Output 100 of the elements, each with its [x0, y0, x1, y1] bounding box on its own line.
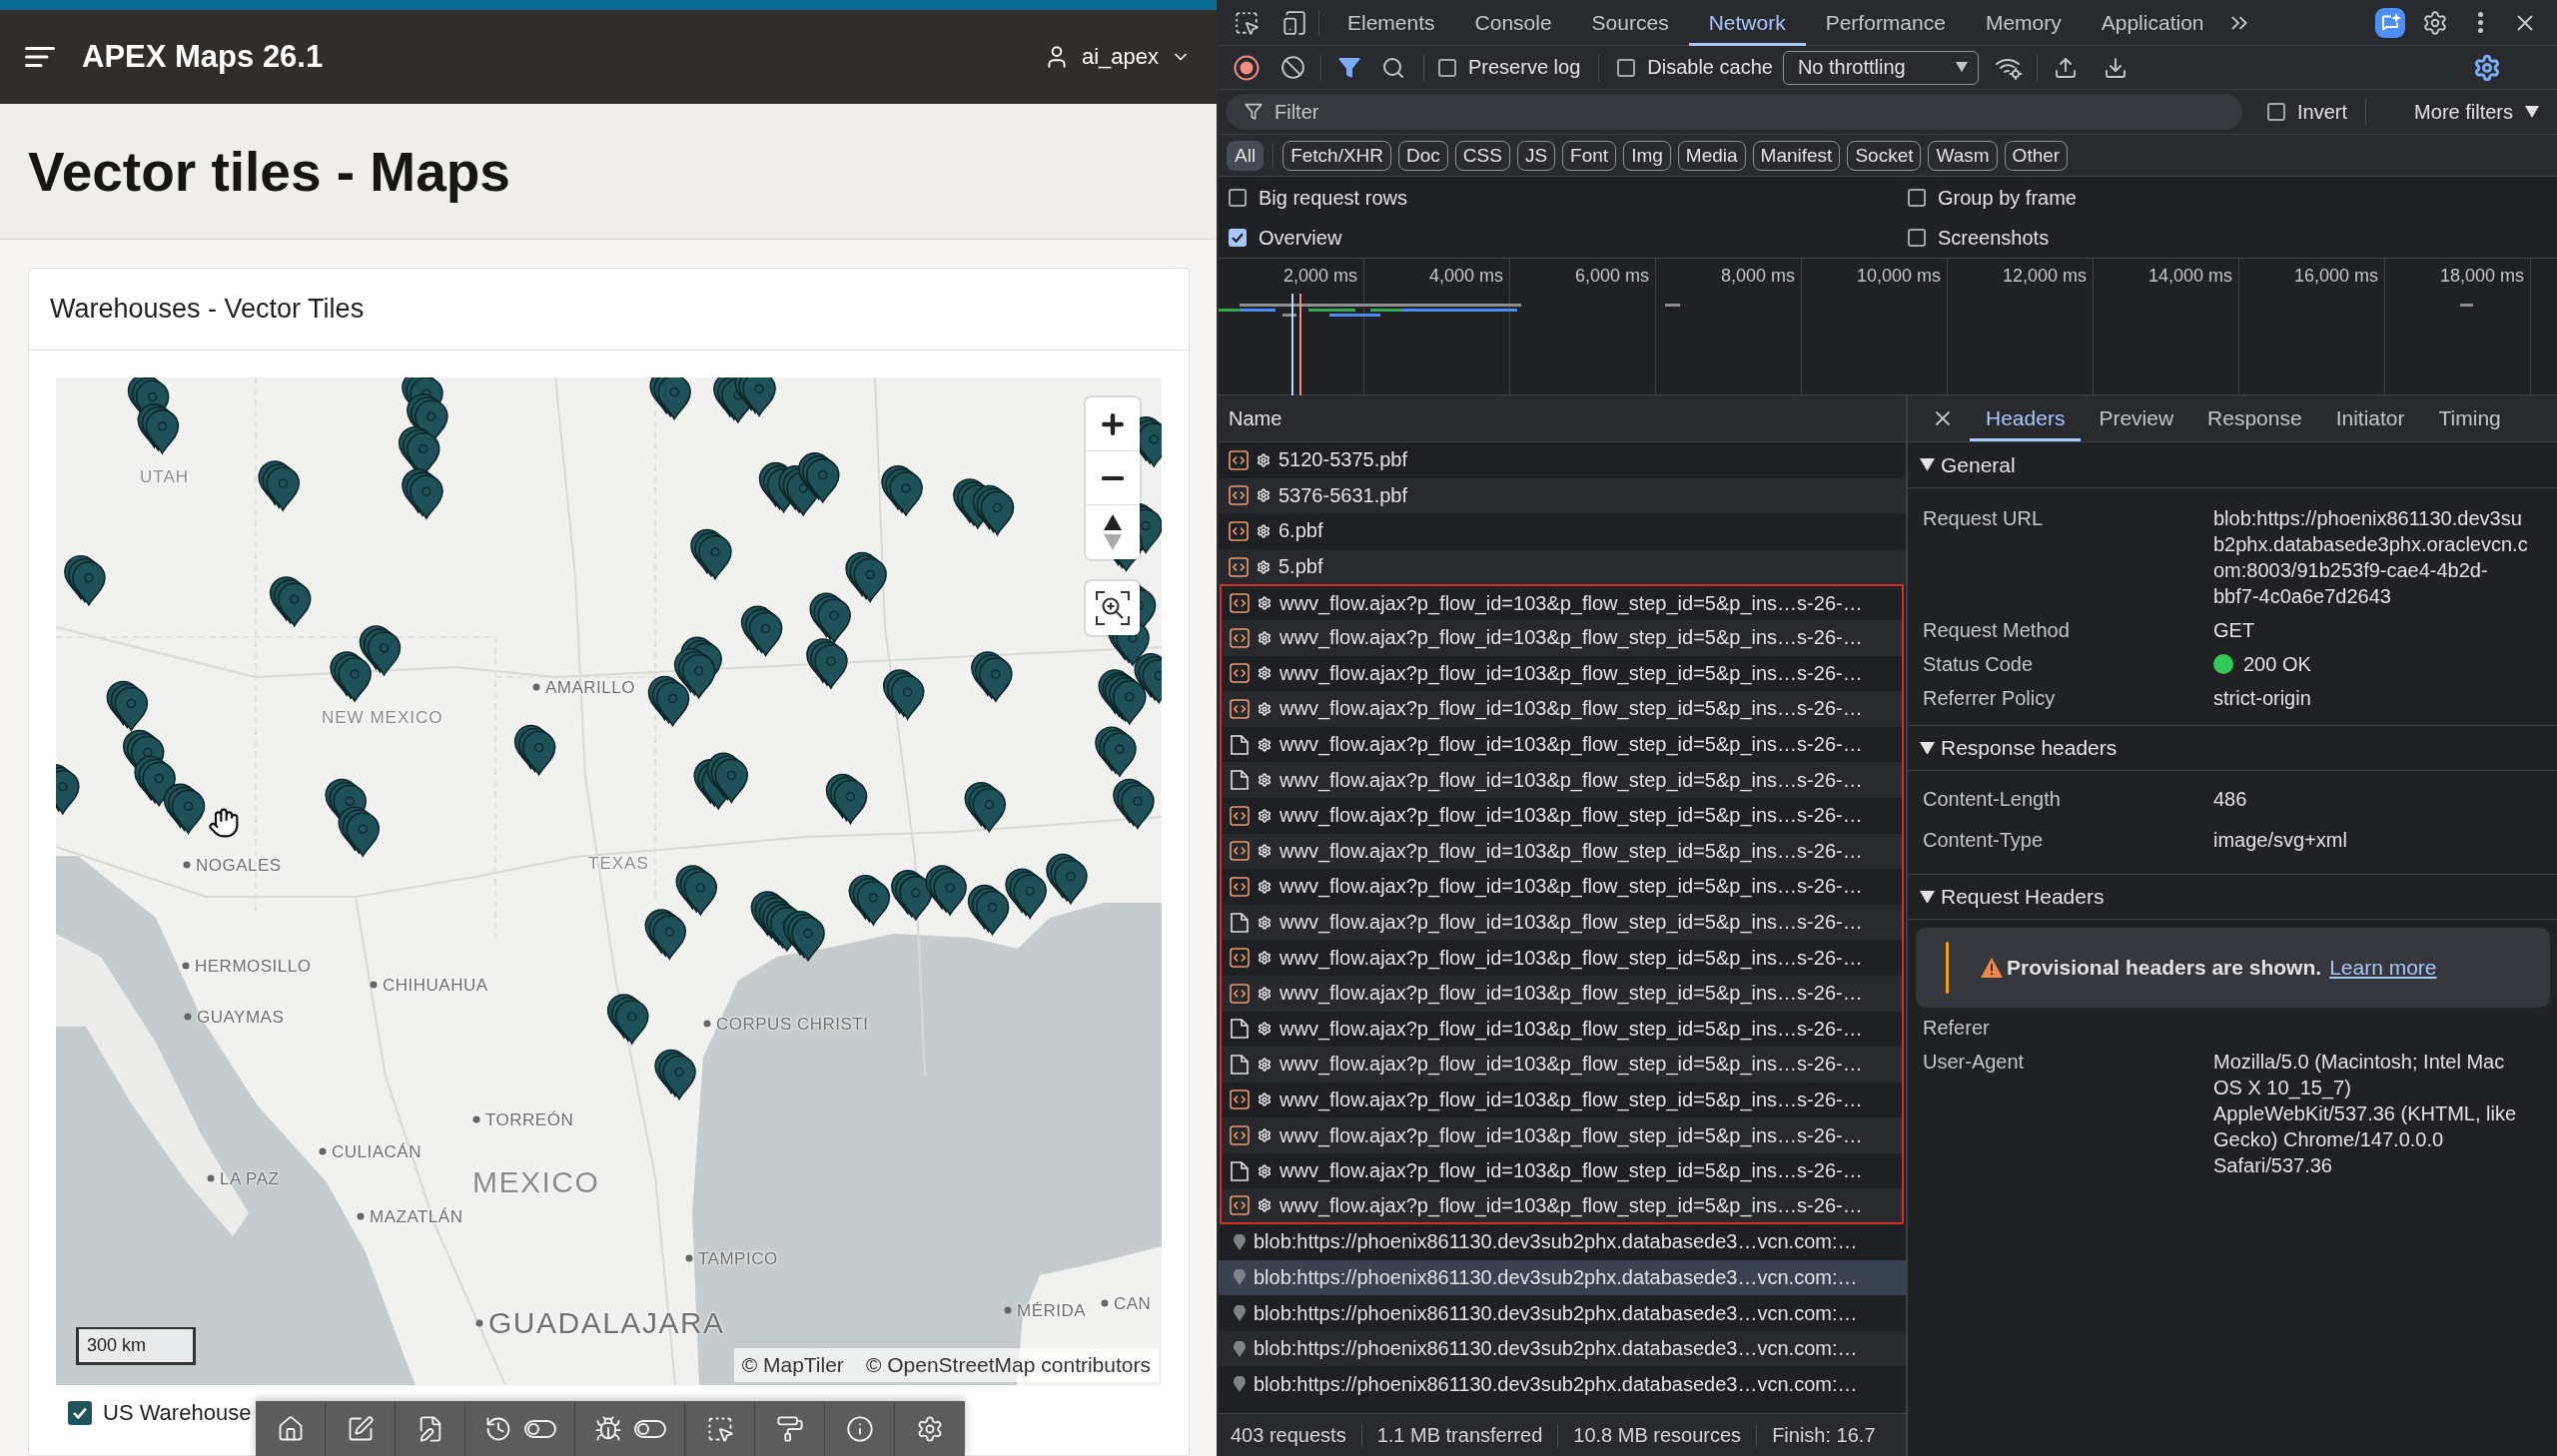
request-row[interactable]: wwv_flow.ajax?p_flow_id=103&p_flow_step_id=5&p_ins…s-26-…: [1220, 1188, 1904, 1225]
map-place-label: TORREÓN: [485, 1110, 574, 1128]
detail-tab[interactable]: Initiator: [2319, 395, 2421, 441]
map-place-label: TEXAS: [588, 854, 649, 872]
column-header[interactable]: Name: [1229, 406, 1282, 430]
section-header[interactable]: Response headers: [1908, 725, 2557, 771]
request-row[interactable]: wwv_flow.ajax?p_flow_id=103&p_flow_step_id=5&p_ins…s-26-…: [1220, 940, 1904, 976]
zoom-in-button[interactable]: [1086, 397, 1140, 451]
scale-bar: 300 km: [76, 1327, 196, 1365]
filter-chip[interactable]: Socket: [1847, 140, 1922, 171]
request-row[interactable]: blob:https://phoenix861130.dev3sub2phx.databasede3…vcn.com:…: [1219, 1330, 1906, 1367]
map-place-label: TAMPICO: [698, 1249, 778, 1267]
panel-tab[interactable]: Sources: [1571, 0, 1689, 46]
request-row[interactable]: 5.pbf: [1219, 548, 1906, 585]
user-menu-button[interactable]: ai_apex: [1043, 44, 1191, 70]
request-row[interactable]: wwv_flow.ajax?p_flow_id=103&p_flow_step_id=5&p_ins…s-26-…: [1220, 797, 1904, 834]
section-header[interactable]: General: [1908, 442, 2557, 488]
detail-tab[interactable]: Response: [2191, 395, 2318, 441]
ban-icon: [1279, 55, 1305, 80]
legend-checkbox[interactable]: [68, 1401, 92, 1425]
request-row[interactable]: wwv_flow.ajax?p_flow_id=103&p_flow_step_id=5&p_ins…s-26-…: [1220, 655, 1904, 692]
section-header[interactable]: Request Headers: [1908, 874, 2557, 920]
panel-tab[interactable]: Console: [1454, 0, 1572, 46]
status-text: 1.1 MB transferred: [1360, 1423, 1558, 1447]
checkbox[interactable]: [2267, 103, 2285, 121]
request-row[interactable]: wwv_flow.ajax?p_flow_id=103&p_flow_step_id=5&p_ins…s-26-…: [1220, 1117, 1904, 1153]
panel-tab[interactable]: Application: [2081, 0, 2224, 46]
filter-chip[interactable]: JS: [1516, 140, 1556, 171]
filter-field[interactable]: Filter: [1227, 94, 2242, 130]
more-filters-button[interactable]: More filters: [2394, 100, 2557, 124]
checkbox-label[interactable]: Disable cache: [1647, 56, 1773, 79]
filter-chip[interactable]: Manifest: [1752, 140, 1841, 171]
code-file-icon: [1230, 627, 1250, 648]
gear-icon: [1258, 915, 1272, 930]
header-name: Content-Type: [1923, 827, 2045, 853]
checkbox[interactable]: [1229, 229, 1247, 247]
panel-tab[interactable]: Performance: [1805, 0, 1966, 46]
toggle-switch[interactable]: [633, 1419, 666, 1438]
request-row[interactable]: wwv_flow.ajax?p_flow_id=103&p_flow_step_id=5&p_ins…s-26-…: [1220, 762, 1904, 798]
filter-chip[interactable]: Doc: [1398, 140, 1448, 171]
status-text: 403 requests: [1230, 1423, 1347, 1447]
checkbox-label[interactable]: Preserve log: [1468, 56, 1581, 79]
filter-chip[interactable]: All: [1227, 140, 1265, 171]
map-place-label: CORPUS CHRISTI: [716, 1015, 869, 1033]
checkbox-label[interactable]: Screenshots: [1938, 226, 2050, 250]
throttling-select[interactable]: No throttling: [1782, 50, 1979, 85]
filter-chip[interactable]: Media: [1677, 140, 1746, 171]
checkbox[interactable]: [1617, 58, 1636, 77]
request-row[interactable]: wwv_flow.ajax?p_flow_id=103&p_flow_step_id=5&p_ins…s-26-…: [1220, 1047, 1904, 1083]
map-place-label: NEW MEXICO: [322, 708, 443, 726]
learn-more-link[interactable]: Learn more: [2329, 956, 2437, 980]
request-row[interactable]: wwv_flow.ajax?p_flow_id=103&p_flow_step_id=5&p_ins…s-26-…: [1220, 1011, 1904, 1048]
request-row[interactable]: 5376-5631.pbf: [1219, 477, 1906, 514]
checkbox[interactable]: [1908, 189, 1926, 207]
menu-button[interactable]: [25, 47, 55, 67]
ai-assistant-button[interactable]: [2374, 6, 2406, 39]
checkbox-label[interactable]: Group by frame: [1938, 186, 2077, 210]
filter-chip[interactable]: Other: [2004, 140, 2069, 171]
checkbox-label[interactable]: Invert: [2297, 100, 2348, 124]
panel-tab[interactable]: Memory: [1965, 0, 2082, 46]
filter-chip[interactable]: Img: [1623, 140, 1671, 171]
request-row[interactable]: blob:https://phoenix861130.dev3sub2phx.databasede3…vcn.com:…: [1219, 1259, 1906, 1296]
request-row[interactable]: wwv_flow.ajax?p_flow_id=103&p_flow_step_id=5&p_ins…s-26-…: [1220, 869, 1904, 905]
warning-icon: [1981, 958, 2003, 978]
detail-tab[interactable]: Preview: [2083, 395, 2190, 441]
toggle-switch[interactable]: [523, 1419, 556, 1438]
code-file-icon: [1230, 1090, 1250, 1110]
request-row[interactable]: wwv_flow.ajax?p_flow_id=103&p_flow_step_id=5&p_ins…s-26-…: [1220, 619, 1904, 656]
checkbox-label[interactable]: Overview: [1259, 226, 1342, 250]
request-row[interactable]: wwv_flow.ajax?p_flow_id=103&p_flow_step_id=5&p_ins…s-26-…: [1220, 691, 1904, 727]
header-name: Request Method: [1923, 618, 2071, 643]
checkbox[interactable]: [1229, 189, 1247, 207]
zoom-box-button[interactable]: [1086, 581, 1140, 635]
code-file-icon: [1230, 805, 1250, 826]
checkbox[interactable]: [1908, 229, 1926, 247]
code-file-icon: [1230, 841, 1250, 862]
request-row[interactable]: wwv_flow.ajax?p_flow_id=103&p_flow_step_id=5&p_ins…s-26-…: [1220, 1082, 1904, 1118]
filter-chip[interactable]: Font: [1562, 140, 1617, 171]
request-row[interactable]: wwv_flow.ajax?p_flow_id=103&p_flow_step_id=5&p_ins…s-26-…: [1220, 904, 1904, 941]
attribution-link[interactable]: © MapTiler: [741, 1353, 844, 1377]
checkbox-label[interactable]: Big request rows: [1259, 186, 1407, 210]
attribution-link[interactable]: © OpenStreetMap contributors: [865, 1353, 1151, 1377]
header-name: Referer: [1923, 1016, 1991, 1041]
request-row[interactable]: wwv_flow.ajax?p_flow_id=103&p_flow_step_id=5&p_ins…s-26-…: [1220, 1152, 1904, 1189]
panel-tab[interactable]: Elements: [1327, 0, 1455, 46]
checkbox[interactable]: [1438, 58, 1456, 77]
request-row[interactable]: wwv_flow.ajax?p_flow_id=103&p_flow_step_id=5&p_ins…s-26-…: [1220, 975, 1904, 1012]
tick-label: 4,000 ms: [1428, 266, 1503, 287]
code-file-icon: [1230, 1195, 1250, 1216]
status-text: 10.8 MB resources: [1557, 1423, 1757, 1447]
filter-chip[interactable]: Wasm: [1928, 140, 1998, 171]
request-row[interactable]: wwv_flow.ajax?p_flow_id=103&p_flow_step_id=5&p_ins…s-26-…: [1220, 726, 1904, 763]
detail-tab[interactable]: Headers: [1970, 395, 2082, 441]
filter-chip[interactable]: Fetch/XHR: [1282, 140, 1392, 171]
filter-chip[interactable]: CSS: [1454, 140, 1510, 171]
file-icon: [1230, 734, 1250, 755]
request-row[interactable]: wwv_flow.ajax?p_flow_id=103&p_flow_step_id=5&p_ins…s-26-…: [1220, 584, 1904, 620]
panel-tab[interactable]: Network: [1688, 0, 1806, 46]
request-row[interactable]: wwv_flow.ajax?p_flow_id=103&p_flow_step_id=5&p_ins…s-26-…: [1220, 833, 1904, 870]
detail-tab[interactable]: Timing: [2422, 395, 2517, 441]
